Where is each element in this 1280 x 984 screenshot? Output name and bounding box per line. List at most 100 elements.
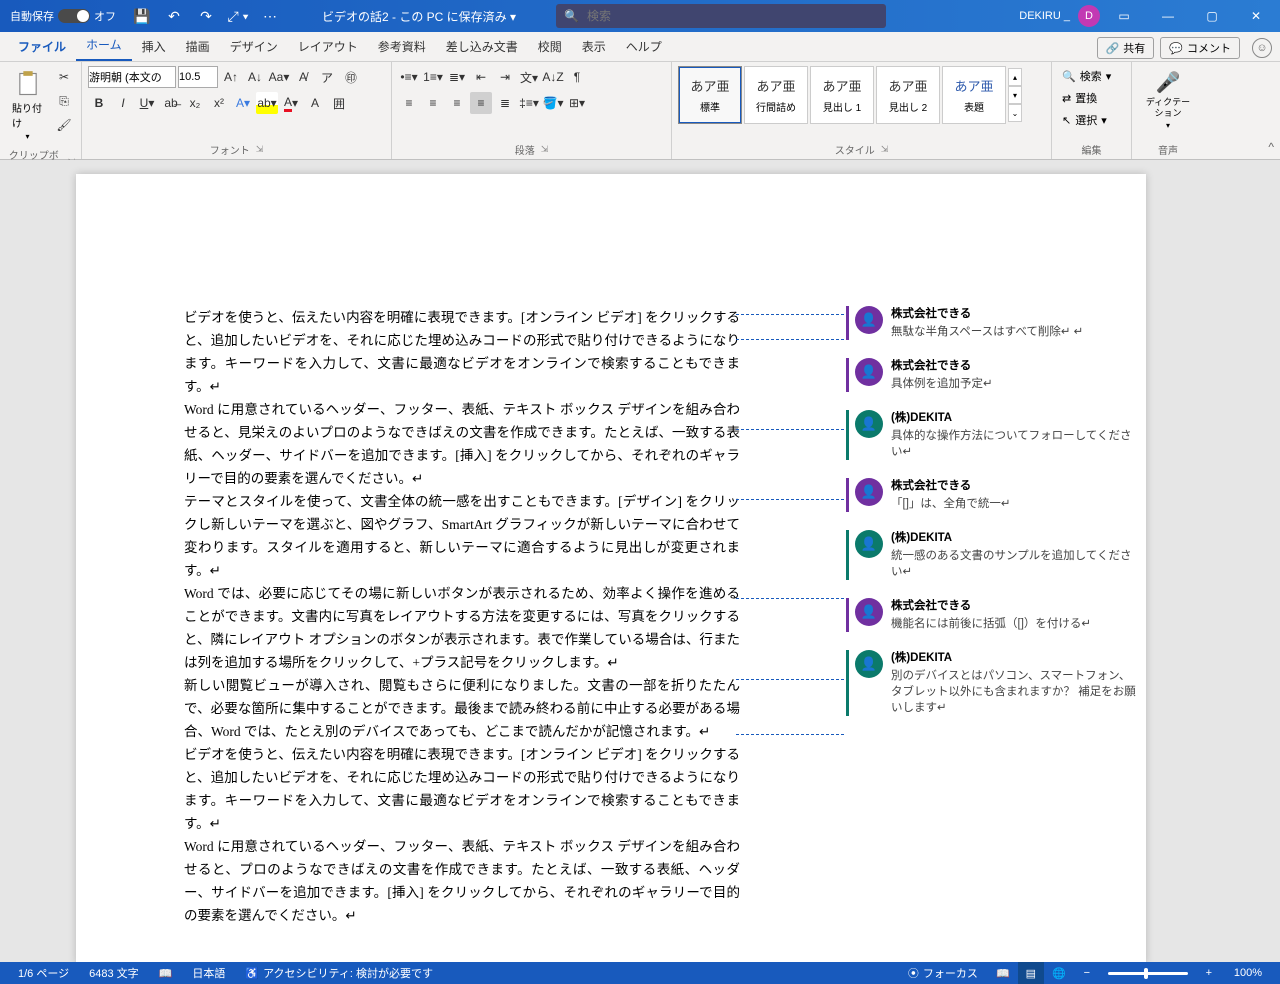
paragraph[interactable]: Word に用意されているヘッダー、フッター、表紙、テキスト ボックス デザイン… bbox=[184, 398, 740, 490]
italic-icon[interactable]: I bbox=[112, 92, 134, 114]
minimize-icon[interactable]: — bbox=[1148, 0, 1188, 32]
cut-icon[interactable]: ✂ bbox=[53, 66, 75, 88]
search-box[interactable]: 🔍 bbox=[556, 4, 886, 28]
strike-icon[interactable]: ab̶ bbox=[160, 92, 182, 114]
comment-item[interactable]: 👤 (株)DEKITA別のデバイスとはパソコン、スマートフォン、タブレット以外に… bbox=[846, 650, 1136, 716]
gallery-down-icon[interactable]: ▾ bbox=[1008, 86, 1022, 104]
numbering-icon[interactable]: 1≡▾ bbox=[422, 66, 444, 88]
style-no-spacing[interactable]: あア亜行間詰め bbox=[744, 66, 808, 124]
style-heading1[interactable]: あア亜見出し 1 bbox=[810, 66, 874, 124]
dialog-launcher-icon[interactable]: ⇲ bbox=[256, 144, 264, 155]
zoom-slider[interactable] bbox=[1108, 972, 1188, 975]
bold-icon[interactable]: B bbox=[88, 92, 110, 114]
show-marks-icon[interactable]: ¶ bbox=[566, 66, 588, 88]
accessibility-status[interactable]: ♿アクセシビリティ: 検討が必要です bbox=[235, 965, 443, 981]
char-shading-icon[interactable]: A bbox=[304, 92, 326, 114]
user-avatar[interactable]: D bbox=[1078, 5, 1100, 27]
grow-font-icon[interactable]: A↑ bbox=[220, 66, 242, 88]
change-case-icon[interactable]: Aa▾ bbox=[268, 66, 290, 88]
tab-review[interactable]: 校閲 bbox=[528, 32, 572, 61]
font-color-icon[interactable]: A▾ bbox=[280, 92, 302, 114]
paste-button[interactable]: 貼り付け ▾ bbox=[6, 66, 49, 145]
copy-icon[interactable]: ⎘ bbox=[53, 90, 75, 112]
comment-item[interactable]: 👤 株式会社できる機能名には前後に括弧（[]）を付ける↵ bbox=[846, 598, 1136, 632]
touch-mode-icon[interactable]: ⤢ ▾ bbox=[226, 4, 250, 28]
multilevel-icon[interactable]: ≣▾ bbox=[446, 66, 468, 88]
subscript-icon[interactable]: x₂ bbox=[184, 92, 206, 114]
focus-mode[interactable]: ⦿フォーカス bbox=[898, 965, 988, 981]
paragraph[interactable]: ビデオを使うと、伝えたい内容を明確に表現できます。[オンライン ビデオ] をクリ… bbox=[184, 306, 740, 398]
clear-format-icon[interactable]: A̸ bbox=[292, 66, 314, 88]
enclose-char-icon[interactable]: ㊞ bbox=[340, 66, 362, 88]
undo-icon[interactable]: ↶ bbox=[162, 4, 186, 28]
line-spacing-icon[interactable]: ‡≡▾ bbox=[518, 92, 540, 114]
indent-icon[interactable]: ⇥ bbox=[494, 66, 516, 88]
find-button[interactable]: 🔍検索▾ bbox=[1058, 66, 1115, 86]
dialog-launcher-icon[interactable]: ⇲ bbox=[541, 144, 549, 155]
format-painter-icon[interactable]: 🖌 bbox=[53, 114, 75, 136]
page-content[interactable]: ビデオを使うと、伝えたい内容を明確に表現できます。[オンライン ビデオ] をクリ… bbox=[184, 306, 740, 927]
distributed-icon[interactable]: ≣ bbox=[494, 92, 516, 114]
tab-help[interactable]: ヘルプ bbox=[616, 32, 672, 61]
zoom-in-icon[interactable]: + bbox=[1196, 962, 1222, 984]
sort-icon[interactable]: A↓Z bbox=[542, 66, 564, 88]
style-title[interactable]: あア亜表題 bbox=[942, 66, 1006, 124]
paragraph[interactable]: テーマとスタイルを使って、文書全体の統一感を出すこともできます。[デザイン] を… bbox=[184, 490, 740, 582]
redo-icon[interactable]: ↷ bbox=[194, 4, 218, 28]
underline-icon[interactable]: U▾ bbox=[136, 92, 158, 114]
highlight-icon[interactable]: ab▾ bbox=[256, 92, 278, 114]
tab-layout[interactable]: レイアウト bbox=[288, 32, 368, 61]
maximize-icon[interactable]: ▢ bbox=[1192, 0, 1232, 32]
dictate-button[interactable]: 🎤 ディクテーション ▾ bbox=[1138, 66, 1198, 134]
comment-item[interactable]: 👤 株式会社できる無駄な半角スペースはすべて削除↵ ↵ bbox=[846, 306, 1136, 340]
document-area[interactable]: ビデオを使うと、伝えたい内容を明確に表現できます。[オンライン ビデオ] をクリ… bbox=[0, 160, 1280, 962]
gallery-up-icon[interactable]: ▴ bbox=[1008, 68, 1022, 86]
read-mode-icon[interactable]: 📖 bbox=[990, 962, 1016, 984]
tab-home[interactable]: ホーム bbox=[76, 30, 132, 61]
qat-customize-icon[interactable]: ⋯ bbox=[258, 4, 282, 28]
language-status[interactable]: 日本語 bbox=[182, 965, 235, 981]
paragraph[interactable]: ビデオを使うと、伝えたい内容を明確に表現できます。[オンライン ビデオ] をクリ… bbox=[184, 743, 740, 835]
spellcheck-icon[interactable]: 📖 bbox=[149, 967, 183, 980]
print-layout-icon[interactable]: ▤ bbox=[1018, 962, 1044, 984]
comment-item[interactable]: 👤 株式会社できる「[]」は、全角で統一↵ bbox=[846, 478, 1136, 512]
styles-gallery[interactable]: あア亜標準 あア亜行間詰め あア亜見出し 1 あア亜見出し 2 あア亜表題 ▴ … bbox=[678, 66, 1022, 124]
comment-item[interactable]: 👤 (株)DEKITA統一感のある文書のサンプルを追加してください↵ bbox=[846, 530, 1136, 580]
page-count[interactable]: 1/6 ページ bbox=[8, 965, 79, 981]
select-button[interactable]: ↖選択▾ bbox=[1058, 110, 1111, 130]
ribbon-display-icon[interactable]: ▭ bbox=[1104, 0, 1144, 32]
paragraph[interactable]: 新しい閲覧ビューが導入され、閲覧もさらに便利になりました。文書の一部を折りたたん… bbox=[184, 674, 740, 743]
document-title[interactable]: ビデオの話2 - この PC に保存済み ▾ bbox=[322, 8, 516, 25]
tab-references[interactable]: 参考資料 bbox=[368, 32, 436, 61]
share-button[interactable]: 🔗共有 bbox=[1097, 37, 1155, 59]
close-icon[interactable]: ✕ bbox=[1236, 0, 1276, 32]
tab-draw[interactable]: 描画 bbox=[176, 32, 220, 61]
outdent-icon[interactable]: ⇤ bbox=[470, 66, 492, 88]
tab-file[interactable]: ファイル bbox=[8, 32, 76, 61]
save-icon[interactable]: 💾 bbox=[130, 4, 154, 28]
replace-button[interactable]: ⇄置換 bbox=[1058, 88, 1101, 108]
text-effects-icon[interactable]: A▾ bbox=[232, 92, 254, 114]
superscript-icon[interactable]: x² bbox=[208, 92, 230, 114]
align-left-icon[interactable]: ≡ bbox=[398, 92, 420, 114]
zoom-out-icon[interactable]: − bbox=[1074, 962, 1100, 984]
feedback-icon[interactable]: ☺ bbox=[1252, 38, 1272, 58]
gallery-more-icon[interactable]: ⌄ bbox=[1008, 104, 1022, 122]
tab-insert[interactable]: 挿入 bbox=[132, 32, 176, 61]
web-layout-icon[interactable]: 🌐 bbox=[1046, 962, 1072, 984]
tab-mailings[interactable]: 差し込み文書 bbox=[436, 32, 528, 61]
font-name-select[interactable] bbox=[88, 66, 176, 88]
justify-icon[interactable]: ≡ bbox=[470, 92, 492, 114]
char-border-icon[interactable]: 囲 bbox=[328, 92, 350, 114]
style-heading2[interactable]: あア亜見出し 2 bbox=[876, 66, 940, 124]
align-right-icon[interactable]: ≡ bbox=[446, 92, 468, 114]
font-size-select[interactable] bbox=[178, 66, 218, 88]
tab-design[interactable]: デザイン bbox=[220, 32, 288, 61]
paragraph[interactable]: Word では、必要に応じてその場に新しいボタンが表示されるため、効率よく操作を… bbox=[184, 582, 740, 674]
comments-button[interactable]: 💬コメント bbox=[1160, 37, 1240, 59]
collapse-ribbon-icon[interactable]: ^ bbox=[1268, 140, 1274, 154]
paragraph[interactable]: Word に用意されているヘッダー、フッター、表紙、テキスト ボックス デザイン… bbox=[184, 835, 740, 927]
dialog-launcher-icon[interactable]: ⇲ bbox=[881, 144, 889, 155]
shading-icon[interactable]: 🪣▾ bbox=[542, 92, 564, 114]
bullets-icon[interactable]: •≡▾ bbox=[398, 66, 420, 88]
